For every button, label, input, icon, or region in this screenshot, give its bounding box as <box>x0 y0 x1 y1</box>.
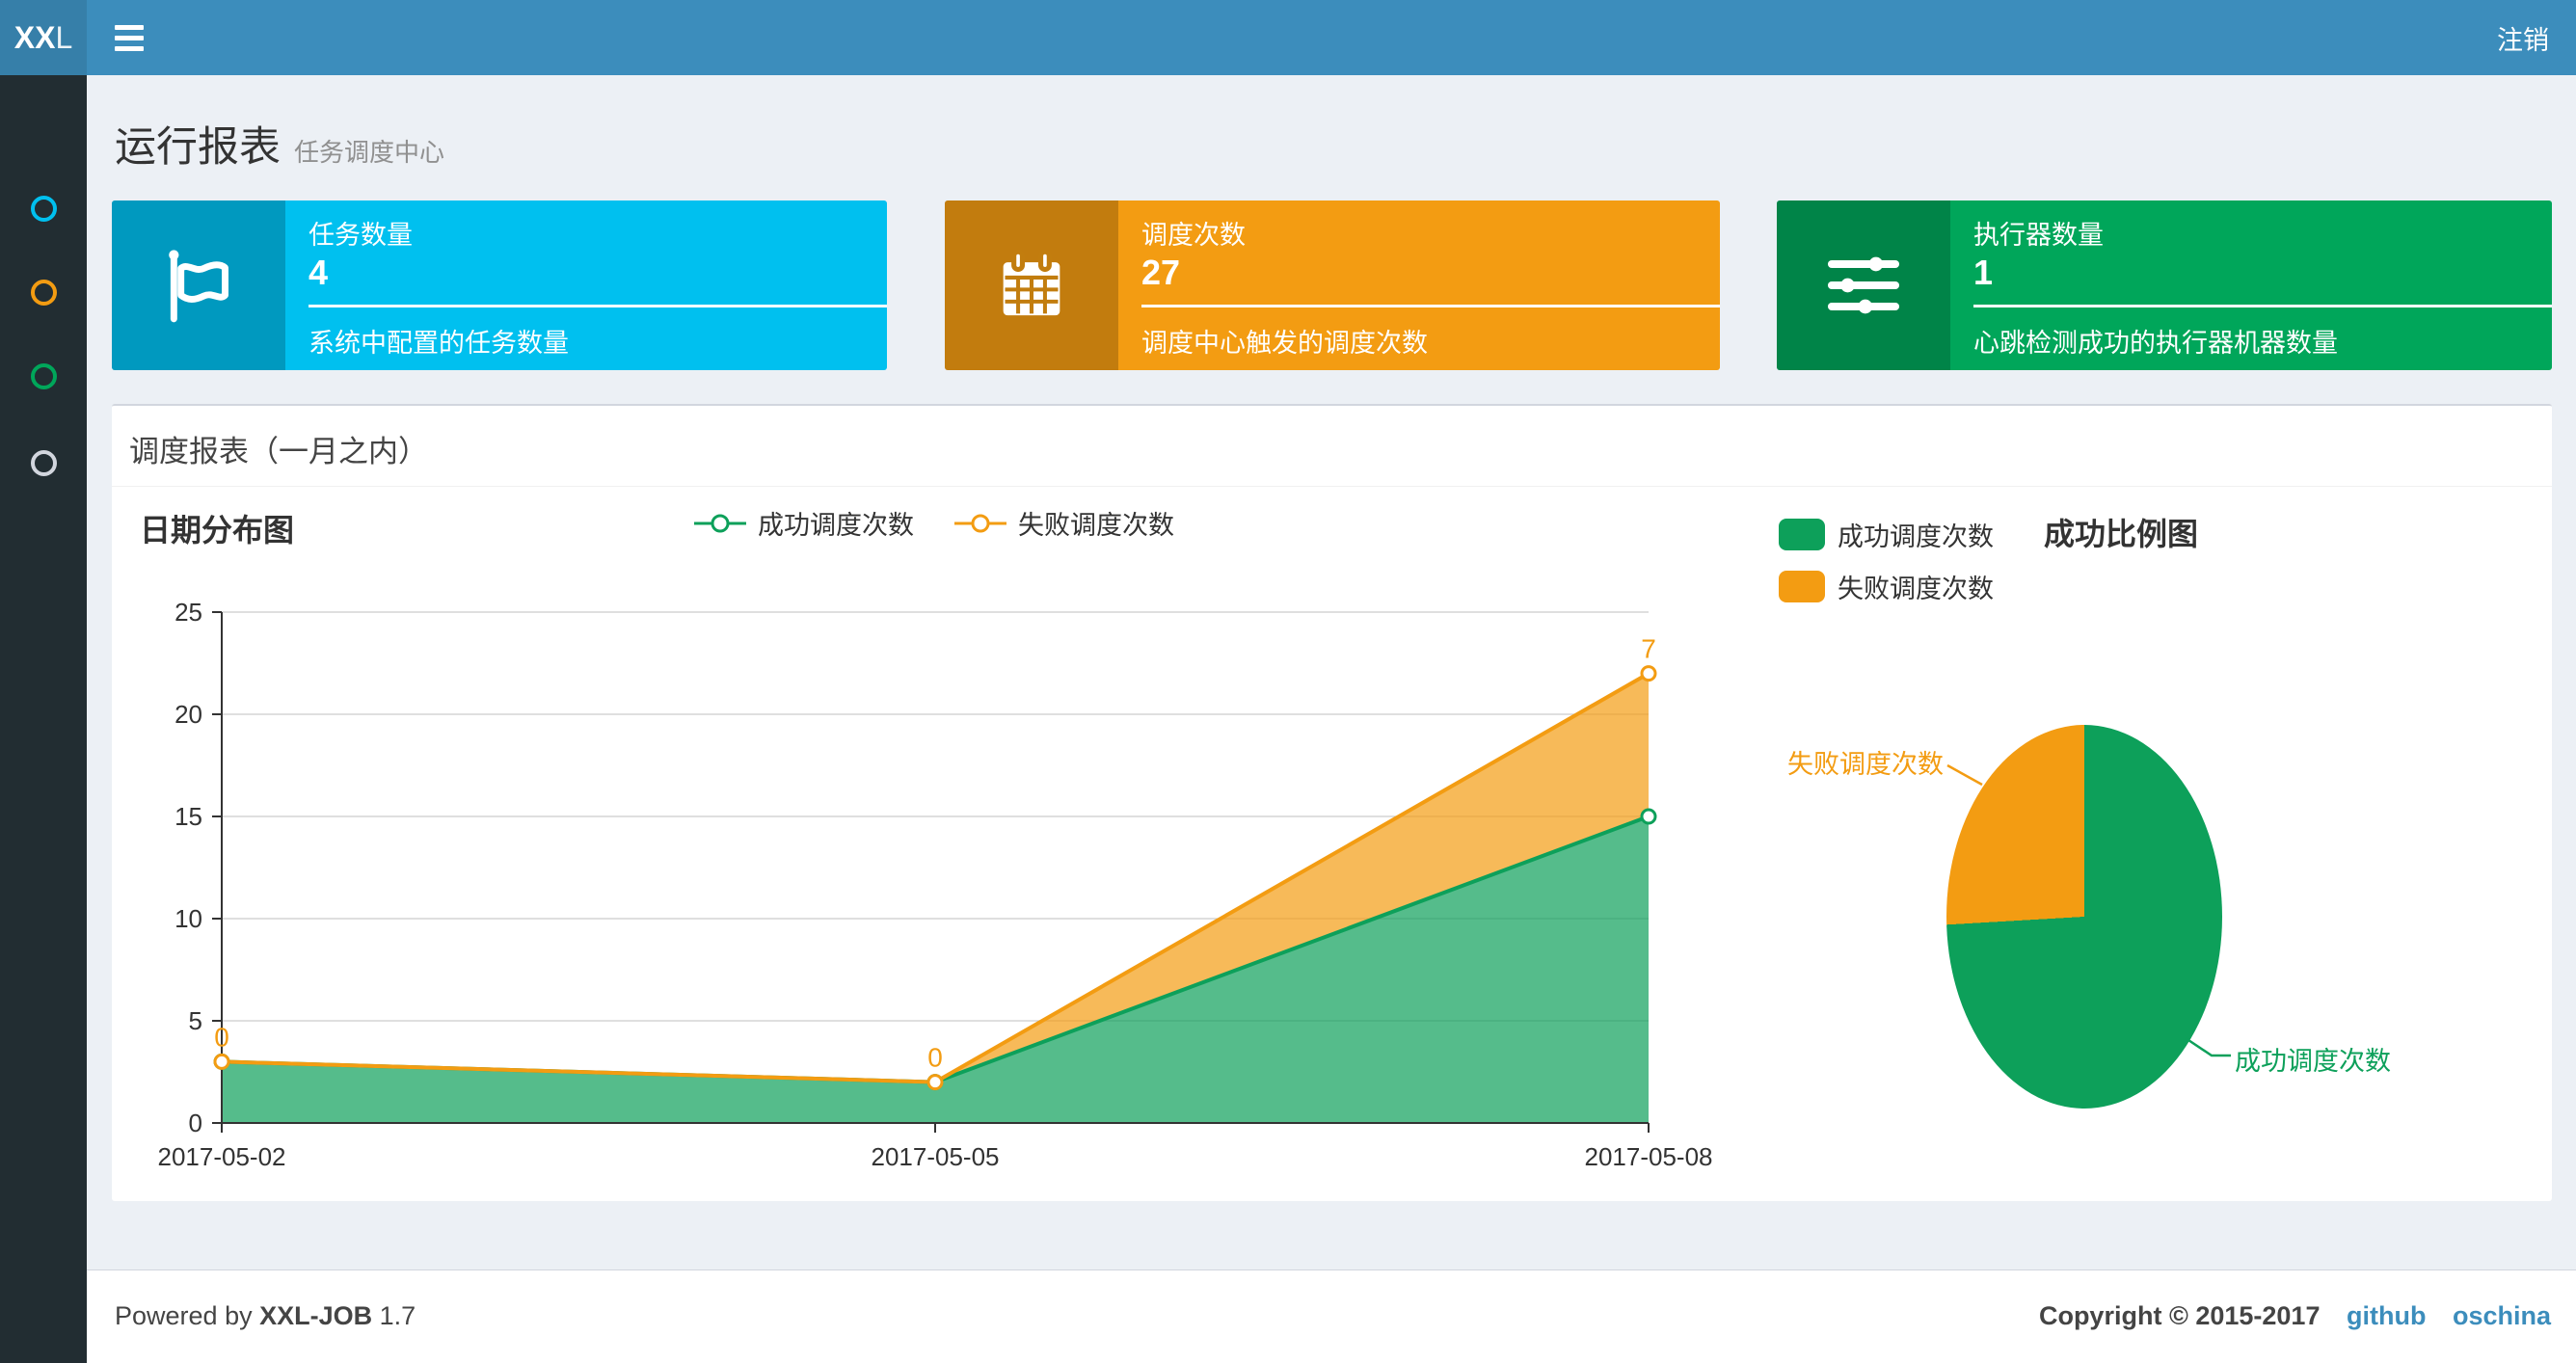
legend-swatch-icon <box>1779 519 1825 550</box>
top-navbar: XXL 注销 <box>0 0 2576 75</box>
divider <box>112 486 2552 487</box>
info-box-executors: 执行器数量 1 心跳检测成功的执行器机器数量 <box>1777 200 2552 370</box>
circle-o-icon <box>30 449 57 476</box>
copyright-label: Copyright © 2015-2017 <box>2038 1301 2321 1330</box>
info-box-description: 调度中心触发的调度次数 <box>1141 329 1428 358</box>
product-name: XXL-JOB <box>259 1301 373 1330</box>
calendar-icon <box>1003 249 1060 316</box>
info-box-value: 4 <box>309 253 329 292</box>
svg-text:0: 0 <box>214 1022 229 1052</box>
legend-label: 失败调度次数 <box>1018 511 1174 540</box>
powered-prefix: Powered by <box>115 1301 253 1330</box>
hamburger-icon <box>115 45 144 51</box>
info-box-triggers: 调度次数 27 调度中心触发的调度次数 <box>945 200 1720 370</box>
sliders-icon <box>1827 256 1900 314</box>
date-distribution-area-chart: 0 5 10 15 20 25 2017-05-02 2017-05-05 2017-05-08… <box>125 561 1745 1197</box>
legend-label: 成功调度次数 <box>758 511 914 540</box>
logout-link[interactable]: 注销 <box>2470 0 2576 75</box>
svg-text:15: 15 <box>174 802 202 831</box>
circle-o-icon <box>30 279 57 306</box>
info-box-value: 27 <box>1141 253 1181 292</box>
info-box-title: 执行器数量 <box>1973 221 2104 250</box>
legend-label: 失败调度次数 <box>1838 575 1994 603</box>
info-box-description: 心跳检测成功的执行器机器数量 <box>1973 329 2338 358</box>
report-panel: 调度报表（一月之内） 日期分布图 成功调度次数 失败调度次数 0 5 10 15 20 2… <box>112 404 2552 1201</box>
svg-text:20: 20 <box>174 700 202 729</box>
svg-text:2017-05-02: 2017-05-02 <box>158 1142 286 1171</box>
page-title: 运行报表 <box>115 124 281 171</box>
sidebar-item-1[interactable] <box>0 166 87 251</box>
logo-text-bold: XX <box>13 19 56 55</box>
legend-swatch-icon <box>1779 571 1825 602</box>
svg-text:0: 0 <box>927 1043 943 1073</box>
divider <box>1141 305 1720 307</box>
legend-item-fail[interactable]: 失败调度次数 <box>954 504 1174 542</box>
sidebar-item-3[interactable] <box>0 334 87 418</box>
info-box-icon-area <box>1777 200 1950 370</box>
panel-title: 调度报表（一月之内） <box>129 435 428 468</box>
sidebar <box>0 75 87 1363</box>
legend-item-success[interactable]: 成功调度次数 <box>1779 516 1994 553</box>
pie-chart-legend: 成功调度次数 失败调度次数 <box>1779 516 1994 620</box>
circle-o-icon <box>30 362 57 389</box>
svg-text:0: 0 <box>189 1109 202 1137</box>
info-box-title: 调度次数 <box>1141 221 1246 250</box>
pie-slice-label-success: 成功调度次数 <box>2235 1047 2391 1076</box>
svg-text:2017-05-05: 2017-05-05 <box>872 1142 1000 1171</box>
app-logo[interactable]: XXL <box>0 0 87 75</box>
svg-text:5: 5 <box>189 1006 202 1035</box>
info-box-title: 任务数量 <box>309 221 413 250</box>
info-box-value: 1 <box>1973 253 1994 292</box>
pie-chart-title: 成功比例图 <box>2044 517 2199 551</box>
hamburger-icon <box>115 35 144 40</box>
pie-slice-label-fail: 失败调度次数 <box>1787 750 1944 779</box>
sidebar-item-2[interactable] <box>0 250 87 334</box>
line-chart-title: 日期分布图 <box>140 513 295 548</box>
hamburger-icon <box>115 24 144 30</box>
flag-icon <box>169 250 228 323</box>
xxl-job-dashboard: XXL 注销 运行报表 任务调度中心 任务数量 4 系统中配置的任务数量 调度次… <box>0 0 2576 1363</box>
line-series-marker-icon <box>954 514 1006 532</box>
sidebar-toggle-button[interactable] <box>96 0 162 75</box>
info-box-description: 系统中配置的任务数量 <box>309 329 569 358</box>
svg-text:25: 25 <box>174 598 202 627</box>
page-subtitle: 任务调度中心 <box>294 138 445 167</box>
logo-text-light: L <box>55 19 73 55</box>
page-header: 运行报表 任务调度中心 <box>115 114 444 174</box>
svg-text:2017-05-08: 2017-05-08 <box>1585 1142 1713 1171</box>
info-box-icon-area <box>112 200 285 370</box>
line-chart-legend: 成功调度次数 失败调度次数 <box>694 504 1174 542</box>
product-version: 1.7 <box>379 1301 416 1330</box>
legend-label: 成功调度次数 <box>1838 522 1994 551</box>
circle-o-icon <box>30 195 57 222</box>
svg-text:10: 10 <box>174 904 202 933</box>
divider <box>1973 305 2552 307</box>
info-box-jobs: 任务数量 4 系统中配置的任务数量 <box>112 200 887 370</box>
line-series-marker-icon <box>694 514 746 532</box>
svg-text:7: 7 <box>1641 634 1656 664</box>
legend-item-fail[interactable]: 失败调度次数 <box>1779 568 1994 605</box>
legend-item-success[interactable]: 成功调度次数 <box>694 504 914 542</box>
powered-by-text: Powered by XXL-JOB 1.7 <box>115 1301 416 1331</box>
info-box-icon-area <box>945 200 1118 370</box>
copyright-text: Copyright © 2015-2017 github oschina <box>2039 1301 2551 1331</box>
github-link[interactable]: github <box>2347 1301 2426 1330</box>
divider <box>309 305 887 307</box>
success-ratio-pie-chart <box>1946 725 2222 1109</box>
oschina-link[interactable]: oschina <box>2453 1301 2551 1330</box>
sidebar-item-4[interactable] <box>0 420 87 505</box>
footer: Powered by XXL-JOB 1.7 Copyright © 2015-… <box>87 1269 2576 1363</box>
